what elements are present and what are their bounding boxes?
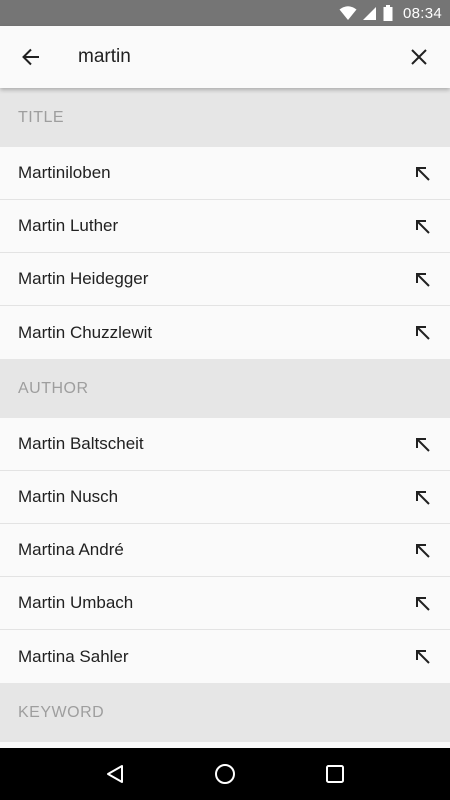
list-item[interactable]: Martin Baltscheit xyxy=(0,418,450,471)
list-item[interactable]: Martin Chuzzlewit xyxy=(0,306,450,359)
nav-back-button[interactable] xyxy=(89,748,141,800)
arrow-back-icon xyxy=(22,48,39,66)
list-item-label: Martina Sahler xyxy=(18,646,129,666)
clock: 08:34 xyxy=(402,4,442,22)
list-item-label: Martin Nusch xyxy=(18,487,119,506)
battery-icon xyxy=(383,5,393,21)
arrow-up-left-icon[interactable] xyxy=(414,542,430,558)
nav-home-button[interactable] xyxy=(199,748,251,800)
list-item-label: Martin Heidegger xyxy=(18,269,149,288)
list-item[interactable]: Martin Umbach xyxy=(0,577,450,630)
arrow-up-left-icon[interactable] xyxy=(414,595,430,611)
list-item[interactable]: Martin Heidegger xyxy=(0,253,450,306)
list-item-label: Martina André xyxy=(18,540,124,559)
search-input[interactable]: martin xyxy=(62,46,388,68)
list-item[interactable]: Martin Nusch xyxy=(0,471,450,524)
section-header-title: TITLE xyxy=(0,88,450,147)
close-icon xyxy=(411,49,427,65)
search-bar: martin xyxy=(0,26,450,88)
arrow-up-left-icon[interactable] xyxy=(414,489,430,505)
search-results: TITLE Martiniloben Martin Luther Martin … xyxy=(0,88,450,748)
section-header-keyword: KEYWORD xyxy=(0,683,450,742)
arrow-up-left-icon[interactable] xyxy=(414,218,430,234)
list-item-label: Martin Luther xyxy=(18,216,119,235)
list-item-label: Martin Baltscheit xyxy=(18,434,144,453)
circle-home-icon xyxy=(215,764,235,784)
back-button[interactable] xyxy=(0,26,62,88)
list-item-label: Martin Chuzzlewit xyxy=(18,322,153,342)
arrow-up-left-icon[interactable] xyxy=(414,271,430,287)
arrow-up-left-icon[interactable] xyxy=(414,325,430,341)
list-item[interactable]: Martina André xyxy=(0,524,450,577)
wifi-icon xyxy=(339,6,357,20)
list-item-label: Martin Umbach xyxy=(18,593,134,612)
arrow-up-left-icon[interactable] xyxy=(414,165,430,181)
nav-recents-button[interactable] xyxy=(309,748,361,800)
list-item[interactable]: Martiniloben xyxy=(0,147,450,200)
list-item[interactable]: Martina Sahler xyxy=(0,630,450,683)
arrow-up-left-icon[interactable] xyxy=(414,436,430,452)
system-nav-bar xyxy=(0,748,450,800)
section-header-author: AUTHOR xyxy=(0,359,450,418)
list-item[interactable]: Martin Luther xyxy=(0,200,450,253)
triangle-back-icon xyxy=(107,765,123,783)
status-bar: 08:34 xyxy=(0,0,450,26)
signal-icon xyxy=(362,7,376,20)
list-item-label: Martiniloben xyxy=(18,163,111,182)
arrow-up-left-icon[interactable] xyxy=(414,649,430,665)
square-recents-icon xyxy=(326,765,344,783)
clear-button[interactable] xyxy=(388,26,450,88)
